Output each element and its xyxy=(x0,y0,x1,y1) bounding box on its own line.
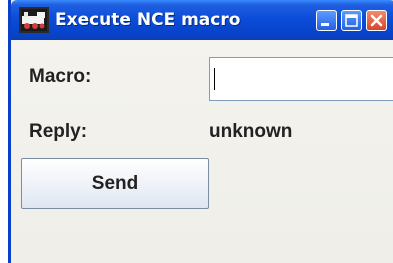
text-caret xyxy=(214,68,215,90)
close-button[interactable] xyxy=(366,10,387,31)
locomotive-icon xyxy=(19,7,49,33)
maximize-icon xyxy=(345,14,358,27)
execute-nce-macro-window: Execute NCE macro Macro: Reply: unknown … xyxy=(8,0,393,263)
minimize-button[interactable] xyxy=(316,10,337,31)
send-button[interactable]: Send xyxy=(21,158,209,209)
window-title: Execute NCE macro xyxy=(55,10,241,30)
title-bar[interactable]: Execute NCE macro xyxy=(11,0,393,40)
maximize-button[interactable] xyxy=(341,10,362,31)
reply-value: unknown xyxy=(209,121,293,142)
minimize-icon xyxy=(321,23,329,26)
dialog-content: Macro: Reply: unknown Send xyxy=(11,40,393,263)
reply-label: Reply: xyxy=(29,121,88,142)
macro-input[interactable] xyxy=(209,57,393,101)
macro-label: Macro: xyxy=(29,66,92,87)
close-icon xyxy=(370,14,383,27)
